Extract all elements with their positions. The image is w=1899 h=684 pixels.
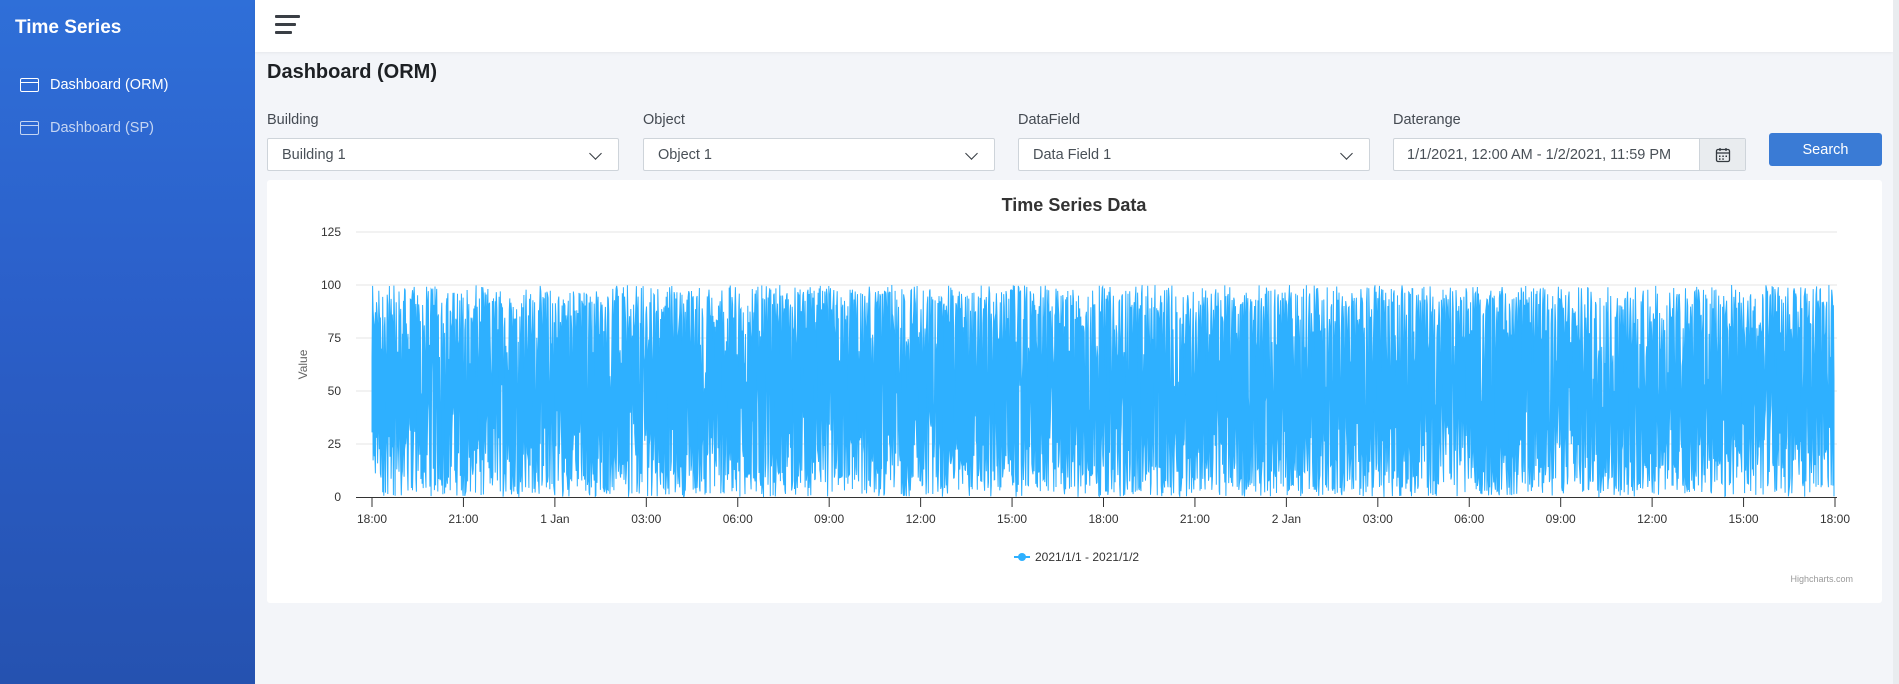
object-select[interactable]: Object 1 bbox=[643, 138, 995, 171]
daterange-input[interactable]: 1/1/2021, 12:00 AM - 1/2/2021, 11:59 PM bbox=[1393, 138, 1746, 171]
menu-toggle-icon[interactable] bbox=[275, 15, 300, 35]
sidebar-item-label: Dashboard (SP) bbox=[50, 120, 154, 136]
daterange-value: 1/1/2021, 12:00 AM - 1/2/2021, 11:59 PM bbox=[1407, 146, 1672, 163]
x-tick-label: 06:00 bbox=[723, 512, 753, 526]
x-tick-label: 12:00 bbox=[1637, 512, 1667, 526]
x-tick-label: 2 Jan bbox=[1272, 512, 1301, 526]
sidebar-item-label: Dashboard (ORM) bbox=[50, 77, 169, 93]
building-select[interactable]: Building 1 bbox=[267, 138, 619, 171]
datafield-select-value: Data Field 1 bbox=[1033, 146, 1112, 163]
x-tick-label: 21:00 bbox=[448, 512, 478, 526]
card-icon bbox=[20, 121, 39, 135]
y-tick-label: 25 bbox=[328, 437, 342, 451]
chevron-down-icon bbox=[589, 147, 602, 160]
x-tick-label: 15:00 bbox=[997, 512, 1027, 526]
y-tick-label: 100 bbox=[321, 278, 341, 292]
app-brand: Time Series bbox=[15, 17, 122, 38]
card-icon bbox=[20, 78, 39, 92]
legend-item[interactable]: 2021/1/1 - 2021/1/2 bbox=[1014, 550, 1139, 564]
x-tick-label: 18:00 bbox=[1820, 512, 1850, 526]
x-tick-label: 12:00 bbox=[906, 512, 936, 526]
datafield-label: DataField bbox=[1018, 112, 1081, 128]
daterange-label: Daterange bbox=[1393, 112, 1461, 128]
search-button[interactable]: Search bbox=[1769, 133, 1882, 166]
building-select-value: Building 1 bbox=[282, 146, 346, 163]
topbar bbox=[255, 0, 1893, 52]
x-tick-label: 21:00 bbox=[1180, 512, 1210, 526]
x-tick-label: 1 Jan bbox=[540, 512, 569, 526]
y-tick-label: 0 bbox=[334, 490, 341, 504]
sidebar-item-dashboard-orm[interactable]: Dashboard (ORM) bbox=[20, 72, 168, 98]
object-select-value: Object 1 bbox=[658, 146, 712, 163]
sidebar-item-dashboard-sp[interactable]: Dashboard (SP) bbox=[20, 115, 154, 141]
y-tick-label: 75 bbox=[328, 331, 342, 345]
datafield-select[interactable]: Data Field 1 bbox=[1018, 138, 1370, 171]
chevron-down-icon bbox=[965, 147, 978, 160]
legend-label: 2021/1/1 - 2021/1/2 bbox=[1035, 550, 1139, 564]
chart-title: Time Series Data bbox=[1002, 195, 1148, 215]
x-tick-label: 03:00 bbox=[631, 512, 661, 526]
scrollbar[interactable] bbox=[1893, 0, 1899, 684]
x-tick-label: 06:00 bbox=[1454, 512, 1484, 526]
x-tick-label: 03:00 bbox=[1363, 512, 1393, 526]
series-area bbox=[371, 284, 1835, 498]
page-title: Dashboard (ORM) bbox=[267, 61, 437, 83]
y-tick-label: 50 bbox=[328, 384, 342, 398]
calendar-icon bbox=[1715, 147, 1730, 162]
calendar-button[interactable] bbox=[1699, 139, 1745, 170]
time-series-chart: 0 25 50 75 100 125 18:00 21:00 1 Jan 03:00 06:00 0… bbox=[296, 195, 1853, 584]
building-label: Building bbox=[267, 112, 319, 128]
chevron-down-icon bbox=[1340, 147, 1353, 160]
x-tick-label: 18:00 bbox=[357, 512, 387, 526]
y-axis-label: Value bbox=[296, 349, 310, 379]
chart-credits[interactable]: Highcharts.com bbox=[1790, 574, 1853, 584]
x-tick-label: 15:00 bbox=[1729, 512, 1759, 526]
object-label: Object bbox=[643, 112, 685, 128]
y-tick-label: 125 bbox=[321, 225, 341, 239]
x-tick-label: 09:00 bbox=[814, 512, 844, 526]
x-tick-label: 09:00 bbox=[1546, 512, 1576, 526]
x-tick-label: 18:00 bbox=[1088, 512, 1118, 526]
chart-card: 0 25 50 75 100 125 18:00 21:00 1 Jan 03:00 06:00 0… bbox=[267, 180, 1882, 603]
sidebar: Time Series Dashboard (ORM) Dashboard (S… bbox=[0, 0, 255, 684]
